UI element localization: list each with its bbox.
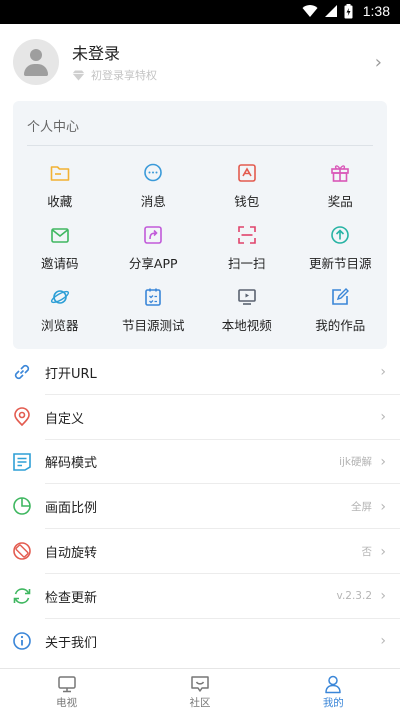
grid-item-share-app[interactable]: 分享APP xyxy=(107,221,201,283)
chevron-right-icon: › xyxy=(380,588,386,605)
decode-doc-icon xyxy=(13,452,31,471)
grid-item-source-test[interactable]: 节目源测试 xyxy=(107,283,201,345)
chevron-right-icon: › xyxy=(380,409,386,426)
settings-row-open-url[interactable]: 打开URL › xyxy=(0,350,400,395)
grid-item-scan[interactable]: 扫一扫 xyxy=(200,221,294,283)
bottom-tab-bar: 电视 社区 我的 xyxy=(0,668,400,712)
avatar[interactable] xyxy=(13,39,59,85)
tab-community[interactable]: 社区 xyxy=(133,669,266,712)
chevron-right-icon: › xyxy=(380,633,386,650)
community-chat-icon xyxy=(191,676,209,692)
wifi-icon xyxy=(302,5,318,18)
person-icon xyxy=(325,675,342,694)
invite-envelope-icon xyxy=(50,228,69,243)
diamond-icon xyxy=(72,70,85,80)
settings-row-custom[interactable]: 自定义 › xyxy=(0,395,400,440)
chevron-right-icon[interactable]: › xyxy=(375,52,382,73)
info-icon xyxy=(13,631,31,650)
rotate-icon xyxy=(13,542,31,560)
chevron-right-icon: › xyxy=(380,364,386,381)
grid-item-favorites[interactable]: 收藏 xyxy=(13,159,107,221)
message-icon xyxy=(144,163,163,182)
personal-center-card: 个人中心 收藏 消息 钱包 奖品 邀请码 分享APP 扫一扫 更新节目源 浏览器… xyxy=(13,101,387,349)
grid-item-local-video[interactable]: 本地视频 xyxy=(200,283,294,345)
folder-icon xyxy=(50,166,70,181)
signal-icon xyxy=(324,5,337,17)
settings-row-check-update[interactable]: 检查更新 v.2.3.2 › xyxy=(0,574,400,619)
scan-icon xyxy=(237,226,256,244)
feature-grid: 收藏 消息 钱包 奖品 邀请码 分享APP 扫一扫 更新节目源 浏览器 节目源测… xyxy=(13,159,387,345)
aspect-pie-icon xyxy=(13,497,31,516)
grid-item-update-source[interactable]: 更新节目源 xyxy=(294,221,388,283)
grid-item-prizes[interactable]: 奖品 xyxy=(294,159,388,221)
gift-icon xyxy=(331,165,350,182)
section-title: 个人中心 xyxy=(27,120,80,135)
grid-item-browser[interactable]: 浏览器 xyxy=(13,283,107,345)
login-privilege-hint: 初登录享特权 xyxy=(91,69,157,82)
chevron-right-icon: › xyxy=(380,498,386,515)
grid-item-messages[interactable]: 消息 xyxy=(107,159,201,221)
custom-pin-icon xyxy=(14,407,30,426)
share-icon xyxy=(144,226,163,244)
my-works-icon xyxy=(332,288,350,305)
local-video-icon xyxy=(237,289,256,305)
source-test-icon xyxy=(145,288,162,306)
chevron-right-icon: › xyxy=(380,543,386,560)
link-icon xyxy=(14,364,30,380)
wallet-icon xyxy=(237,164,256,182)
settings-row-decode-mode[interactable]: 解码模式 ijk硬解 › xyxy=(0,440,400,485)
settings-row-aspect-ratio[interactable]: 画面比例 全屏 › xyxy=(0,484,400,530)
status-bar: 1:38 xyxy=(0,0,400,24)
settings-row-auto-rotate[interactable]: 自动旋转 否 › xyxy=(0,529,400,574)
settings-list: 打开URL › 自定义 › 解码模式 ijk硬解 › 画面比例 全屏 › 自动旋… xyxy=(0,350,400,664)
login-status: 未登录 xyxy=(72,44,121,63)
battery-icon xyxy=(344,3,353,18)
divider xyxy=(27,145,373,146)
profile-header[interactable]: 未登录 初登录享特权 › xyxy=(0,24,400,100)
tv-icon xyxy=(57,676,76,693)
update-source-icon xyxy=(331,226,350,244)
tab-tv[interactable]: 电视 xyxy=(0,669,133,712)
tab-mine[interactable]: 我的 xyxy=(267,669,400,712)
clock-time: 1:38 xyxy=(362,3,390,19)
refresh-icon xyxy=(13,588,31,604)
settings-row-about-us[interactable]: 关于我们 › xyxy=(0,619,400,664)
grid-item-invite-code[interactable]: 邀请码 xyxy=(13,221,107,283)
grid-item-wallet[interactable]: 钱包 xyxy=(200,159,294,221)
grid-item-my-works[interactable]: 我的作品 xyxy=(294,283,388,345)
browser-planet-icon xyxy=(50,290,69,304)
chevron-right-icon: › xyxy=(380,453,386,470)
